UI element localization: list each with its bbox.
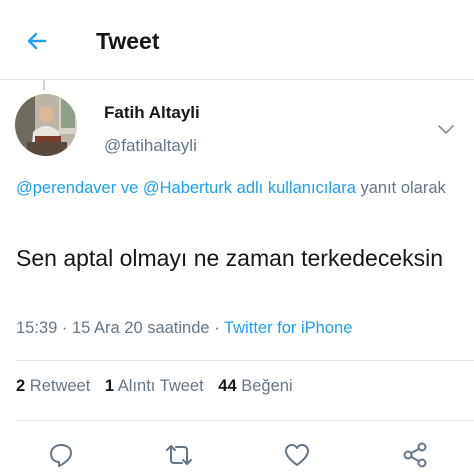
avatar[interactable] — [15, 94, 77, 156]
tweet-date: 15 Ara 20 saatinde — [71, 319, 210, 337]
meta-separator: · — [61, 319, 68, 337]
divider — [16, 360, 474, 361]
thread-connector-line — [43, 80, 45, 90]
reply-icon — [50, 444, 72, 467]
retweets-label: Retweet — [29, 377, 91, 395]
tweet-text: Sen aptal olmayı ne zaman terkedeceksin — [16, 245, 444, 271]
back-button[interactable] — [22, 26, 52, 56]
author-handle[interactable]: @fatihaltayli — [104, 136, 197, 156]
tweet-meta: 15:39 · 15 Ara 20 saatinde · Twitter for… — [16, 319, 352, 338]
top-bar: Tweet — [0, 0, 474, 80]
likes-label: Beğeni — [241, 377, 293, 395]
quotes-stat[interactable]: 1 Alıntı Tweet — [105, 377, 204, 395]
tweet-options-button[interactable] — [434, 120, 458, 140]
divider — [16, 420, 474, 421]
action-bar — [0, 438, 474, 474]
mention-link[interactable]: @Haberturk — [143, 179, 232, 197]
reply-label: yanıt olarak — [360, 179, 446, 197]
retweets-stat[interactable]: 2 Retweet — [16, 377, 90, 395]
mention-link[interactable]: @perendaver — [16, 179, 116, 197]
quotes-label: Alıntı Tweet — [117, 377, 204, 395]
retweet-button[interactable] — [162, 438, 196, 472]
tweet-stats: 2 Retweet 1 Alıntı Tweet 44 Beğeni — [16, 377, 303, 396]
meta-separator: · — [214, 319, 220, 337]
like-icon — [285, 444, 309, 466]
quotes-count: 1 — [104, 377, 115, 395]
reply-context: @perendaver ve @Haberturk adlı kullanıcı… — [16, 176, 466, 200]
tweet-time: 15:39 — [16, 319, 58, 337]
likes-count: 44 — [218, 377, 237, 395]
avatar-photo — [15, 94, 77, 156]
arrow-left-icon — [27, 32, 47, 50]
retweets-count: 2 — [16, 377, 26, 395]
reply-suffix: adlı kullanıcılara — [236, 179, 356, 197]
share-button[interactable] — [398, 438, 432, 472]
share-icon — [403, 442, 427, 468]
reply-button[interactable] — [44, 438, 78, 472]
chevron-down-icon — [438, 125, 454, 134]
like-button[interactable] — [280, 438, 314, 472]
author-name[interactable]: Fatih Altayli — [104, 103, 200, 123]
reply-connector: ve — [120, 179, 139, 197]
likes-stat[interactable]: 44 Beğeni — [218, 377, 292, 395]
page-title: Tweet — [96, 28, 160, 54]
retweet-icon — [166, 445, 192, 465]
tweet-source-link[interactable]: Twitter for iPhone — [224, 319, 352, 337]
